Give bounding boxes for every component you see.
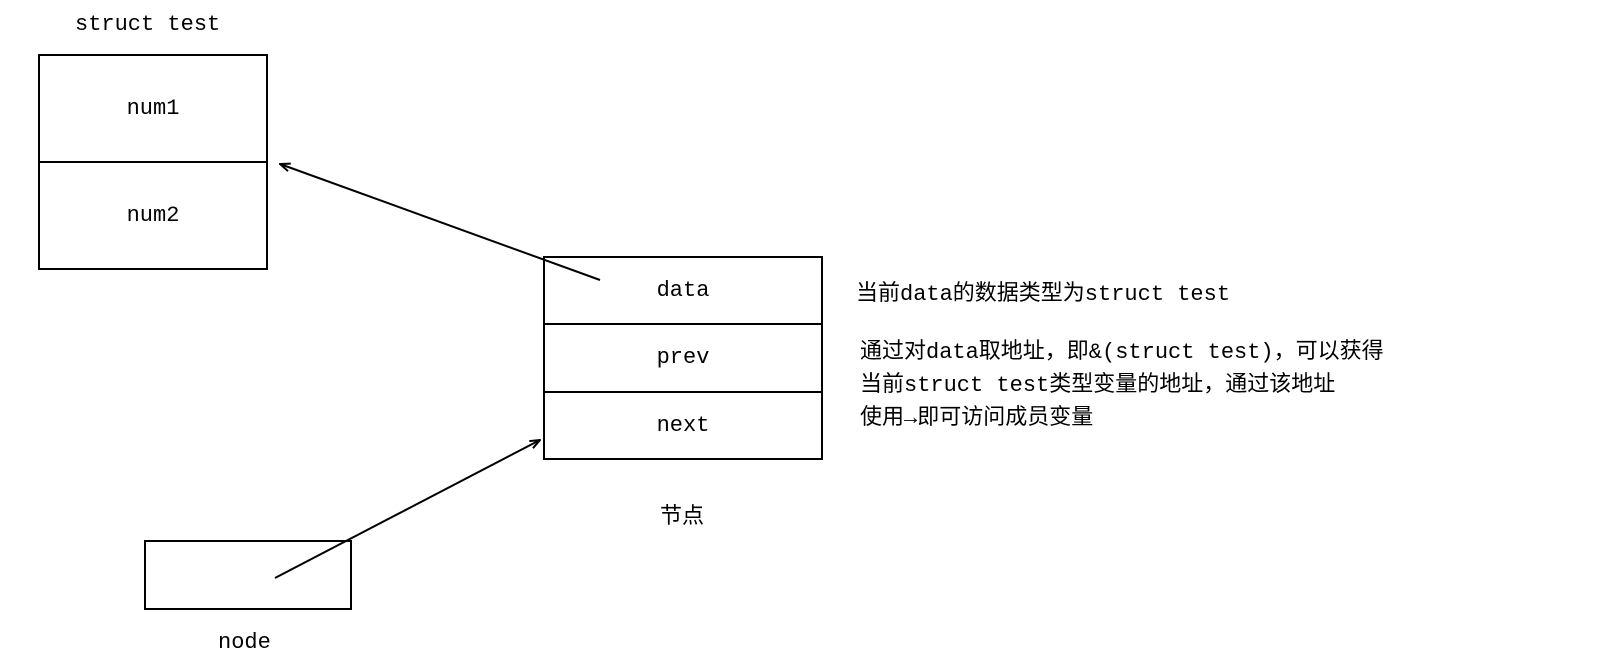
- struct-cell-num1: num1: [40, 56, 266, 163]
- small-node-box: [144, 540, 352, 610]
- node-cell-prev: prev: [545, 325, 821, 392]
- explain2-line1: 通过对data取地址，即&(struct test)，可以获得: [860, 336, 1384, 369]
- struct-cell-num2: num2: [40, 163, 266, 268]
- node-box: data prev next: [543, 256, 823, 460]
- explain-line-1: 当前data的数据类型为struct test: [856, 278, 1230, 311]
- explain2-line3: 使用→即可访问成员变量: [860, 402, 1384, 435]
- explain-block-2: 通过对data取地址，即&(struct test)，可以获得 当前struct…: [860, 336, 1384, 435]
- node-label: node: [218, 630, 271, 655]
- explain2-line2: 当前struct test类型变量的地址，通过该地址: [860, 369, 1384, 402]
- node-cell-data: data: [545, 258, 821, 325]
- node-caption: 节点: [660, 498, 704, 530]
- node-cell-next: next: [545, 393, 821, 458]
- struct-test-box: num1 num2: [38, 54, 268, 270]
- struct-test-title: struct test: [75, 12, 220, 37]
